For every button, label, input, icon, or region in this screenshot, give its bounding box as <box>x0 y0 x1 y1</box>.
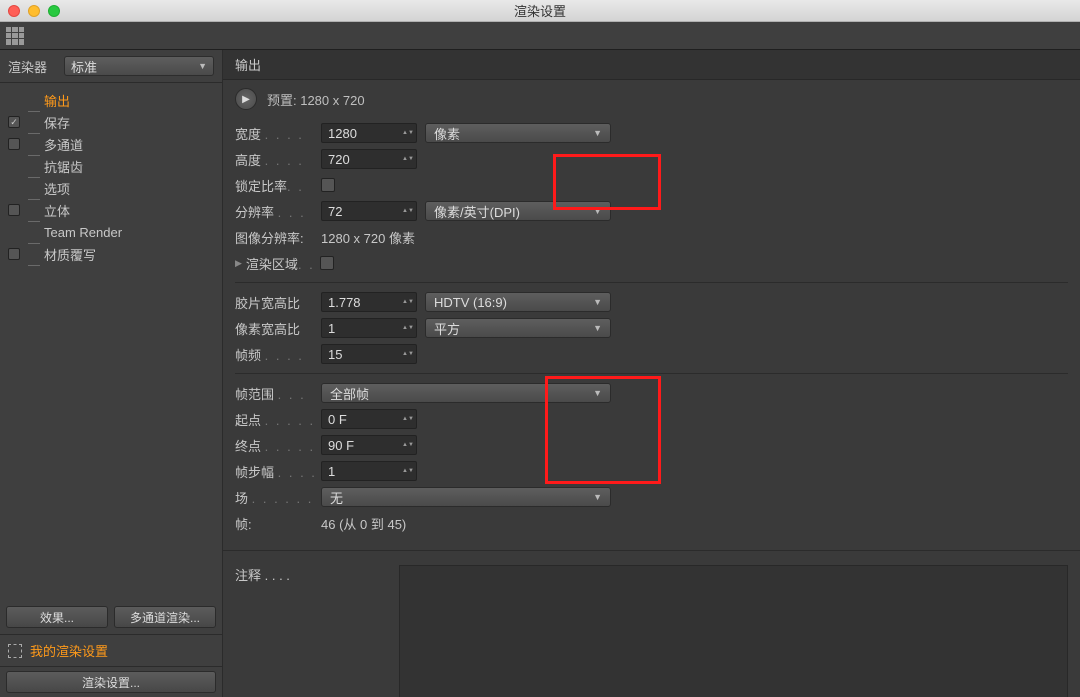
spinner-icon[interactable]: ▲▼ <box>402 442 414 448</box>
height-label: 高度 . . . . <box>235 150 321 169</box>
frames-label: 帧: <box>235 514 321 533</box>
chevron-down-icon: ▼ <box>593 206 602 216</box>
disclosure-icon[interactable]: ▶ <box>235 258 242 269</box>
fps-label: 帧频 . . . . <box>235 345 321 364</box>
spinner-icon[interactable]: ▲▼ <box>402 351 414 357</box>
tree-item-output[interactable]: 输出 <box>0 89 222 111</box>
width-label: 宽度 . . . . <box>235 124 321 143</box>
tree-item-options[interactable]: 选项 <box>0 177 222 199</box>
render-settings-button[interactable]: 渲染设置... <box>6 671 216 693</box>
resolution-label: 分辨率 . . . <box>235 202 321 221</box>
chevron-down-icon: ▼ <box>593 492 602 502</box>
start-label: 起点 . . . . . <box>235 410 321 429</box>
spinner-icon[interactable]: ▲▼ <box>402 416 414 422</box>
close-icon[interactable] <box>8 5 20 17</box>
render-region-checkbox[interactable] <box>320 256 334 270</box>
image-res-label: 图像分辨率: <box>235 228 321 247</box>
preset-play-button[interactable]: ▶ <box>235 88 257 110</box>
notes-textarea[interactable] <box>399 565 1068 697</box>
frame-range-select[interactable]: 全部帧▼ <box>321 383 611 403</box>
image-res-value: 1280 x 720 像素 <box>321 228 415 247</box>
checkbox-icon[interactable] <box>8 248 20 260</box>
chevron-down-icon: ▼ <box>593 323 602 333</box>
lock-ratio-checkbox[interactable] <box>321 178 335 192</box>
checkbox-icon[interactable] <box>8 138 20 150</box>
window-title: 渲染设置 <box>0 1 1080 20</box>
renderer-value: 标准 <box>71 57 97 76</box>
spinner-icon[interactable]: ▲▼ <box>402 299 414 305</box>
sidebar: 渲染器 标准 ▼ 输出 ✓ 保存 多通道 抗锯齿 <box>0 50 223 697</box>
frame-range-label: 帧范围 . . . <box>235 384 321 403</box>
spinner-icon[interactable]: ▲▼ <box>402 468 414 474</box>
grid-icon[interactable] <box>6 27 24 45</box>
end-label: 终点 . . . . . <box>235 436 321 455</box>
chevron-down-icon: ▼ <box>593 128 602 138</box>
spinner-icon[interactable]: ▲▼ <box>402 156 414 162</box>
window-controls <box>8 5 60 17</box>
tree-item-antialias[interactable]: 抗锯齿 <box>0 155 222 177</box>
titlebar: 渲染设置 <box>0 0 1080 22</box>
multipass-render-button[interactable]: 多通道渲染... <box>114 606 216 628</box>
end-input[interactable]: 90 F▲▼ <box>321 435 417 455</box>
chevron-down-icon: ▼ <box>198 61 207 71</box>
settings-tree: 输出 ✓ 保存 多通道 抗锯齿 选项 立体 <box>0 83 222 600</box>
spinner-icon[interactable]: ▲▼ <box>402 208 414 214</box>
checkbox-icon[interactable] <box>8 204 20 216</box>
lock-ratio-label: 锁定比率. . <box>235 176 321 195</box>
tree-item-teamrender[interactable]: Team Render <box>0 221 222 243</box>
film-aspect-label: 胶片宽高比 <box>235 293 321 312</box>
content-panel: 输出 ▶ 预置: 1280 x 720 宽度 . . . . 1280▲▼ 像素… <box>223 50 1080 697</box>
section-title: 输出 <box>223 50 1080 80</box>
minimize-icon[interactable] <box>28 5 40 17</box>
resolution-unit-select[interactable]: 像素/英寸(DPI)▼ <box>425 201 611 221</box>
step-label: 帧步幅 . . . . <box>235 462 321 481</box>
field-select[interactable]: 无▼ <box>321 487 611 507</box>
fps-input[interactable]: 15▲▼ <box>321 344 417 364</box>
tree-item-stereo[interactable]: 立体 <box>0 199 222 221</box>
spinner-icon[interactable]: ▲▼ <box>402 130 414 136</box>
renderer-select[interactable]: 标准 ▼ <box>64 56 214 76</box>
notes-label: 注释 . . . . <box>235 565 311 697</box>
toolbar <box>0 22 1080 50</box>
renderer-label: 渲染器 <box>8 57 64 76</box>
width-input[interactable]: 1280▲▼ <box>321 123 417 143</box>
start-input[interactable]: 0 F▲▼ <box>321 409 417 429</box>
height-input[interactable]: 720▲▼ <box>321 149 417 169</box>
tree-item-multipass[interactable]: 多通道 <box>0 133 222 155</box>
resolution-input[interactable]: 72▲▼ <box>321 201 417 221</box>
frames-value: 46 (从 0 到 45) <box>321 514 406 533</box>
render-region-label: 渲染区域. . <box>246 254 320 273</box>
preset-label: 预置: 1280 x 720 <box>267 90 365 109</box>
maximize-icon[interactable] <box>48 5 60 17</box>
pixel-aspect-label: 像素宽高比 <box>235 319 321 338</box>
step-input[interactable]: 1▲▼ <box>321 461 417 481</box>
pixel-aspect-input[interactable]: 1▲▼ <box>321 318 417 338</box>
field-label: 场 . . . . . . <box>235 488 321 507</box>
effect-button[interactable]: 效果... <box>6 606 108 628</box>
tree-item-material-override[interactable]: 材质覆写 <box>0 243 222 265</box>
tree-item-save[interactable]: ✓ 保存 <box>0 111 222 133</box>
my-render-settings[interactable]: 我的渲染设置 <box>0 634 222 666</box>
chevron-down-icon: ▼ <box>593 388 602 398</box>
film-aspect-input[interactable]: 1.778▲▼ <box>321 292 417 312</box>
chevron-down-icon: ▼ <box>593 297 602 307</box>
checkbox-icon[interactable]: ✓ <box>8 116 20 128</box>
width-unit-select[interactable]: 像素▼ <box>425 123 611 143</box>
pixel-aspect-select[interactable]: 平方▼ <box>425 318 611 338</box>
spinner-icon[interactable]: ▲▼ <box>402 325 414 331</box>
film-aspect-select[interactable]: HDTV (16:9)▼ <box>425 292 611 312</box>
expand-icon <box>8 644 22 658</box>
